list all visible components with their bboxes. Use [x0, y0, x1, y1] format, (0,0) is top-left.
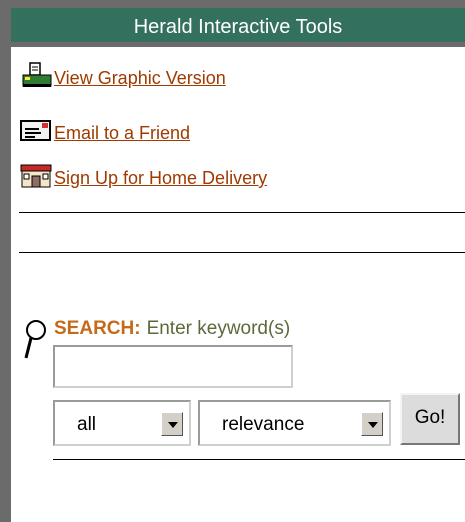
- divider: [19, 212, 465, 213]
- email-icon: [19, 117, 54, 143]
- chevron-down-icon[interactable]: [161, 412, 183, 436]
- email-friend-link[interactable]: Email to a Friend: [54, 123, 190, 143]
- magnifier-icon: [22, 318, 52, 362]
- scope-select-value: all: [77, 414, 97, 435]
- chevron-down-icon[interactable]: [361, 412, 383, 436]
- divider: [53, 459, 465, 460]
- header-title: Herald Interactive Tools: [133, 16, 343, 38]
- graphic-version-link[interactable]: View Graphic Version: [54, 68, 226, 88]
- tool-link-graphic-version[interactable]: View Graphic Version: [19, 62, 226, 88]
- tool-link-home-delivery[interactable]: Sign Up for Home Delivery: [19, 162, 267, 188]
- sort-select[interactable]: relevance: [198, 400, 391, 446]
- left-border: [0, 0, 11, 522]
- home-delivery-icon: [19, 162, 54, 188]
- divider: [19, 252, 465, 253]
- go-button[interactable]: Go!: [400, 393, 460, 445]
- header-bar: Herald Interactive Tools: [11, 8, 465, 47]
- printer-icon: [19, 62, 54, 88]
- top-strip: [11, 0, 465, 8]
- search-label: SEARCH:: [54, 318, 141, 339]
- tool-link-email[interactable]: Email to a Friend: [19, 117, 190, 143]
- search-hint: Enter keyword(s): [146, 318, 291, 339]
- search-input[interactable]: [53, 345, 293, 388]
- sort-select-value: relevance: [222, 414, 305, 435]
- scope-select[interactable]: all: [53, 400, 191, 446]
- home-delivery-link[interactable]: Sign Up for Home Delivery: [54, 168, 267, 188]
